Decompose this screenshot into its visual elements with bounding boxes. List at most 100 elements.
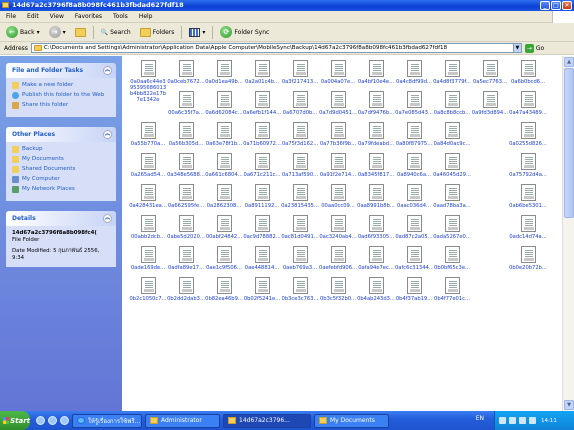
file-item[interactable]: 0b4f37ab19... <box>395 277 433 308</box>
file-item[interactable]: 0a8345f817... <box>357 153 395 184</box>
place-shared-documents[interactable]: Shared Documents <box>12 166 110 173</box>
file-item[interactable]: 0ada5267e0... <box>433 215 471 246</box>
file-item[interactable]: 0ac9d78882... <box>243 215 281 246</box>
place-backup[interactable]: Backup <box>12 146 110 153</box>
taskbar-item-administrator[interactable]: Administrator <box>145 413 220 428</box>
ie-icon[interactable] <box>36 416 45 425</box>
file-item[interactable]: 0a4c8df99d... <box>395 60 433 91</box>
media-icon[interactable] <box>60 416 69 425</box>
file-item[interactable]: 0a7d9d0451... <box>319 91 357 122</box>
file-item[interactable]: 0ac81d0491... <box>281 215 319 246</box>
forward-button[interactable]: → ▾ <box>47 25 68 40</box>
folders-button[interactable]: Folders <box>138 25 177 40</box>
start-button[interactable]: Start <box>0 411 30 430</box>
file-item[interactable]: 0a4d8f3779f... <box>433 60 471 91</box>
place-my-network[interactable]: My Network Places <box>12 186 110 193</box>
file-item[interactable]: 0ae448814... <box>243 246 281 277</box>
file-item[interactable]: 0a75f3d162... <box>281 122 319 153</box>
file-item[interactable]: 0ad6f93305... <box>357 215 395 246</box>
menu-favorites[interactable]: Favorites <box>75 13 102 20</box>
address-dropdown-button[interactable]: ▼ <box>512 44 521 52</box>
file-item[interactable]: 0a77b36f9b... <box>319 122 357 153</box>
file-item[interactable]: 0afc6c31344... <box>395 246 433 277</box>
file-item[interactable]: 0b0e20b72b... <box>509 246 547 277</box>
file-item[interactable]: 0b4f77e01c... <box>433 277 471 308</box>
task-make-new-folder[interactable]: Make a new folder <box>12 82 110 89</box>
file-item[interactable]: 0a5ec7763... <box>471 60 509 91</box>
panel-header[interactable]: Other Places ︽ <box>6 127 116 142</box>
file-item[interactable]: 0a46045d29... <box>433 153 471 184</box>
file-item[interactable]: 0a671c211c... <box>243 153 281 184</box>
file-item[interactable]: 0a8911192... <box>243 184 281 215</box>
file-item[interactable]: 0ae1c9f506... <box>205 246 243 277</box>
file-item[interactable]: 0a56b305d... <box>167 122 205 153</box>
file-item[interactable]: 0adfa89e17... <box>167 246 205 277</box>
file-item[interactable]: 00abf24842... <box>205 215 243 246</box>
security-tray-icon[interactable] <box>519 417 526 424</box>
collapse-chevron-icon[interactable]: ︽ <box>103 214 112 223</box>
back-button[interactable]: ← Back ▾ <box>4 25 42 40</box>
language-indicator[interactable]: EN <box>476 415 484 422</box>
file-item[interactable]: 0b02f5241e... <box>243 277 281 308</box>
file-item[interactable]: 0a3f217413... <box>281 60 319 91</box>
search-button[interactable]: 🔍 Search <box>99 25 133 40</box>
file-item[interactable]: 0a91f2e714... <box>319 153 357 184</box>
file-item[interactable]: 0aac036d4... <box>395 184 433 215</box>
file-item[interactable]: 0ab6be5301... <box>509 184 547 215</box>
place-my-documents[interactable]: My Documents <box>12 156 110 163</box>
file-item[interactable]: 0a661c6804... <box>205 153 243 184</box>
panel-header[interactable]: File and Folder Tasks ︽ <box>6 63 116 78</box>
file-item[interactable]: 0a265ad54... <box>129 153 167 184</box>
folder-sync-button[interactable]: ⟳ Folder Sync <box>218 25 271 40</box>
maximize-button[interactable]: □ <box>551 1 561 10</box>
file-item[interactable]: 0a79fdeabd... <box>357 122 395 153</box>
menu-tools[interactable]: Tools <box>113 13 128 20</box>
menu-edit[interactable]: Edit <box>27 13 39 20</box>
file-item[interactable]: 0a0ceb7672... <box>167 60 205 91</box>
file-item[interactable]: 00abb2dcb... <box>129 215 167 246</box>
file-item[interactable]: 0aad78ba3a... <box>433 184 471 215</box>
network-tray-icon[interactable] <box>499 417 506 424</box>
task-share-folder[interactable]: Share this folder <box>12 102 110 109</box>
file-item[interactable]: 0a7e085d43... <box>395 91 433 122</box>
scroll-up-button[interactable]: ▲ <box>564 57 574 67</box>
taskbar-item-browser[interactable]: ให้รู้เรื่องการใช้ฟรี... <box>72 413 142 428</box>
menu-help[interactable]: Help <box>139 13 153 20</box>
file-item[interactable]: 00aa0cc09... <box>319 184 357 215</box>
file-item[interactable]: 0a8940c6a... <box>395 153 433 184</box>
menu-view[interactable]: View <box>50 13 64 20</box>
file-item[interactable]: 0a75792d4a... <box>509 153 547 184</box>
clock[interactable]: 14:11 <box>541 418 557 424</box>
itunes-tray-icon[interactable] <box>529 417 536 424</box>
file-item[interactable]: 0a0d1ea49b... <box>205 60 243 91</box>
views-button[interactable]: ▾ <box>187 25 207 40</box>
file-item[interactable]: 0b4ab243d3... <box>357 277 395 308</box>
volume-tray-icon[interactable] <box>509 417 516 424</box>
file-item[interactable]: 0a348e5688... <box>167 153 205 184</box>
address-input[interactable]: C:\Documents and Settings\Administrator\… <box>30 43 522 53</box>
file-item[interactable]: 0a2862308... <box>205 184 243 215</box>
up-button[interactable] <box>73 25 88 40</box>
file-item[interactable]: 0a80f87975... <box>395 122 433 153</box>
file-item[interactable]: 0aeb769a3... <box>281 246 319 277</box>
close-button[interactable]: ✕ <box>562 1 572 10</box>
file-item[interactable]: 0adc14d74a... <box>509 215 547 246</box>
file-item[interactable]: 0a6707d0b... <box>281 91 319 122</box>
vertical-scrollbar[interactable]: ▲ ▼ <box>562 56 574 411</box>
file-item[interactable]: 0ad87c2a05... <box>395 215 433 246</box>
file-item[interactable]: 0a0255d826... <box>509 122 547 153</box>
file-item[interactable]: 0b3c5f32b0... <box>319 277 357 308</box>
file-item[interactable]: 0b82ea46b9... <box>205 277 243 308</box>
file-item[interactable]: 0a004a07e... <box>319 60 357 91</box>
file-item[interactable]: 0a428431ea... <box>129 184 167 215</box>
file-item[interactable]: 0b2c1050c7... <box>129 277 167 308</box>
file-item[interactable]: 0a71b60972... <box>243 122 281 153</box>
file-item[interactable]: 0a2a01c4b... <box>243 60 281 91</box>
file-item[interactable]: 0a7df9476b... <box>357 91 395 122</box>
scroll-down-button[interactable]: ▼ <box>564 400 574 410</box>
file-item[interactable]: 0a55b770a... <box>129 122 167 153</box>
file-item[interactable]: 0a9fd3d894... <box>471 91 509 122</box>
file-item[interactable]: 0a63e78f1b... <box>205 122 243 153</box>
task-publish-folder[interactable]: Publish this folder to the Web <box>12 92 110 99</box>
file-item[interactable]: 0a662595fe... <box>167 184 205 215</box>
